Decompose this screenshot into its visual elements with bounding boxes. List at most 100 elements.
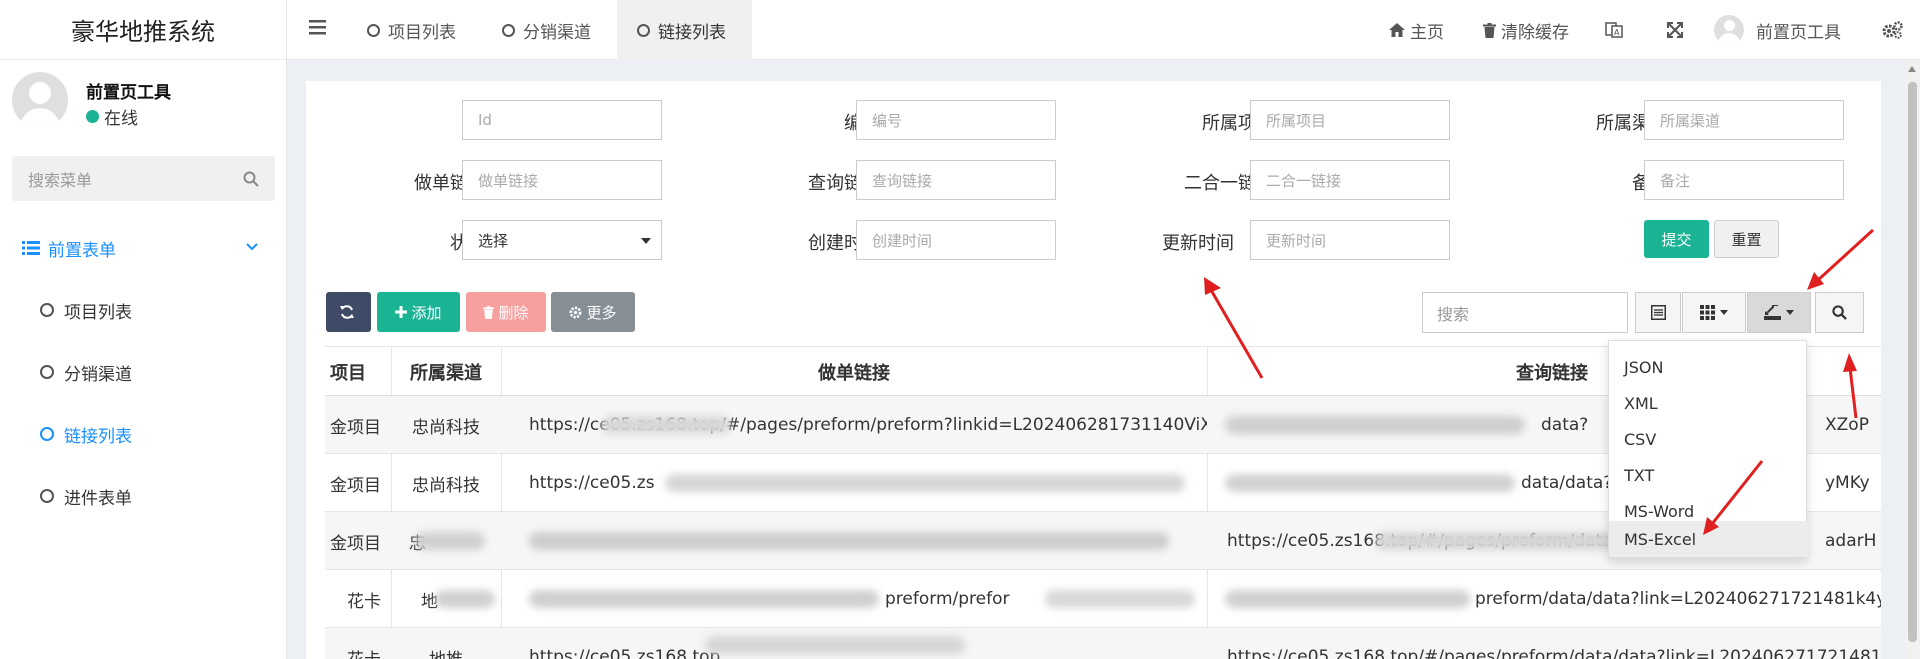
cell-project: 金项目 xyxy=(330,533,381,554)
query-link-placeholder: 查询链接 xyxy=(872,171,933,190)
sidebar-item-project-list[interactable]: 项目列表 xyxy=(40,295,132,325)
export-xml-option[interactable]: XML xyxy=(1609,385,1808,421)
sidebar-item-intake-form[interactable]: 进件表单 xyxy=(40,481,132,511)
grid-icon xyxy=(1700,305,1715,320)
project-field[interactable]: 所属项目 xyxy=(1250,100,1450,140)
circle-icon xyxy=(502,23,515,37)
cell-query-link-tail[interactable]: preform/data/data?link=L202406271721481k… xyxy=(1475,570,1881,628)
export-button[interactable] xyxy=(1747,292,1811,333)
cell-project: 金项目 xyxy=(330,417,381,438)
user-menu[interactable]: 前置页工具 xyxy=(1714,0,1841,60)
columns-button[interactable] xyxy=(1682,292,1746,333)
page-scrollbar[interactable] xyxy=(1905,60,1920,659)
tab-project-list[interactable]: 项目列表 xyxy=(347,0,476,60)
updated-time-field[interactable]: 更新时间 xyxy=(1250,220,1450,260)
export-json-option[interactable]: JSON xyxy=(1609,349,1808,385)
remark-placeholder: 备注 xyxy=(1660,171,1691,190)
delete-button[interactable]: 删除 xyxy=(466,292,546,332)
remark-field[interactable]: 备注 xyxy=(1644,160,1844,200)
code-placeholder: 编号 xyxy=(872,111,903,130)
fullscreen-icon[interactable] xyxy=(1667,0,1683,60)
table-search-placeholder: 搜索 xyxy=(1437,304,1470,324)
sidebar-search-input[interactable]: 搜索菜单 xyxy=(12,156,275,201)
col-header-order-link[interactable]: 做单链接 xyxy=(501,347,1207,397)
circle-icon xyxy=(367,23,380,37)
user-name: 前置页工具 xyxy=(86,83,171,103)
user-avatar-small xyxy=(1714,15,1744,45)
cell-query-link-end: XZoP xyxy=(1825,415,1869,435)
circle-icon xyxy=(40,303,54,317)
status-select[interactable]: 选择 xyxy=(462,220,662,260)
sidebar-item-link-list[interactable]: 链接列表 xyxy=(40,419,132,449)
export-csv-option[interactable]: CSV xyxy=(1609,421,1808,457)
sidebar-group-preform[interactable]: 前置表单 xyxy=(22,233,272,263)
sidebar-item-label: 进件表单 xyxy=(64,488,132,509)
scroll-thumb[interactable] xyxy=(1908,82,1917,642)
cell-query-link-head[interactable]: https://ce05.zs168.top/#/pages/preform/d… xyxy=(1227,628,1881,659)
top-navbar: 项目列表 分销渠道 链接列表 主页 清除缓存 A 前置页工具 xyxy=(287,0,1920,60)
channel-placeholder: 所属渠道 xyxy=(1660,111,1721,130)
clear-cache-label: 清除缓存 xyxy=(1501,22,1569,43)
id-field[interactable]: Id xyxy=(462,100,662,140)
user-avatar xyxy=(12,72,68,128)
code-field[interactable]: 编号 xyxy=(856,100,1056,140)
settings-gear-icon[interactable] xyxy=(1882,0,1904,60)
col-header-project[interactable]: 项目 xyxy=(325,347,391,397)
col-header-channel[interactable]: 所属渠道 xyxy=(391,347,501,397)
caret-down-icon xyxy=(1786,310,1794,315)
table-search-input[interactable]: 搜索 xyxy=(1422,292,1628,333)
cell-channel: 忠尚科技 xyxy=(412,417,480,438)
combo-link-placeholder: 二合一链接 xyxy=(1266,171,1342,190)
more-button[interactable]: 更多 xyxy=(551,292,635,332)
cell-project: 花卡 xyxy=(347,591,381,612)
app-logo-title[interactable]: 豪华地推系统 xyxy=(0,0,286,60)
hamburger-menu-icon[interactable] xyxy=(309,20,326,35)
home-link[interactable]: 主页 xyxy=(1389,0,1444,60)
caret-down-icon xyxy=(641,238,651,244)
advanced-search-button[interactable] xyxy=(1815,292,1864,333)
refresh-button[interactable] xyxy=(326,292,371,332)
reset-button[interactable]: 重置 xyxy=(1714,220,1779,258)
created-time-field[interactable]: 创建时间 xyxy=(856,220,1056,260)
order-link-field[interactable]: 做单链接 xyxy=(462,160,662,200)
tab-label: 链接列表 xyxy=(658,22,726,43)
tab-link-list[interactable]: 链接列表 xyxy=(617,0,752,60)
scroll-up-arrow-icon[interactable] xyxy=(1908,66,1916,72)
combo-link-field[interactable]: 二合一链接 xyxy=(1250,160,1450,200)
created-time-placeholder: 创建时间 xyxy=(872,231,933,250)
cell-project: 花卡 xyxy=(325,628,391,659)
chevron-down-icon xyxy=(246,243,258,251)
clear-cache-link[interactable]: 清除缓存 xyxy=(1483,0,1569,60)
export-txt-option[interactable]: TXT xyxy=(1609,457,1808,493)
add-button[interactable]: 添加 xyxy=(377,292,460,332)
more-button-label: 更多 xyxy=(586,303,617,322)
updated-time-label: 更新时间 xyxy=(1162,233,1234,254)
cell-project: 金项目 xyxy=(330,475,381,496)
channel-field[interactable]: 所属渠道 xyxy=(1644,100,1844,140)
list-icon xyxy=(22,241,40,255)
circle-icon xyxy=(637,23,650,37)
export-dropdown-menu: JSON XML CSV TXT MS-Word MS-Excel xyxy=(1608,340,1808,558)
user-status: 在线 xyxy=(86,104,138,129)
search-icon[interactable] xyxy=(243,171,259,187)
translate-icon[interactable]: A xyxy=(1605,0,1623,60)
project-placeholder: 所属项目 xyxy=(1266,111,1327,130)
user-menu-label: 前置页工具 xyxy=(1756,22,1841,43)
submit-button[interactable]: 提交 xyxy=(1644,220,1709,258)
plus-icon xyxy=(395,306,411,318)
updated-time-placeholder: 更新时间 xyxy=(1266,231,1327,250)
query-link-field[interactable]: 查询链接 xyxy=(856,160,1056,200)
circle-icon xyxy=(40,365,54,379)
table-row[interactable]: 花卡 地 preform/prefor preform/data/data?li… xyxy=(325,570,1881,628)
circle-icon xyxy=(40,489,54,503)
sidebar-item-channels[interactable]: 分销渠道 xyxy=(40,357,132,387)
export-excel-option[interactable]: MS-Excel xyxy=(1609,521,1808,557)
status-select-value: 选择 xyxy=(478,231,509,250)
tab-channels[interactable]: 分销渠道 xyxy=(482,0,611,60)
sidebar-search-placeholder: 搜索菜单 xyxy=(28,170,93,190)
refresh-icon xyxy=(339,304,359,320)
circle-icon xyxy=(40,427,54,441)
table-row[interactable]: 花卡 地推 https://ce05.zs168.top https://ce0… xyxy=(325,628,1881,659)
home-label: 主页 xyxy=(1410,22,1444,43)
toggle-view-button[interactable] xyxy=(1635,292,1681,333)
